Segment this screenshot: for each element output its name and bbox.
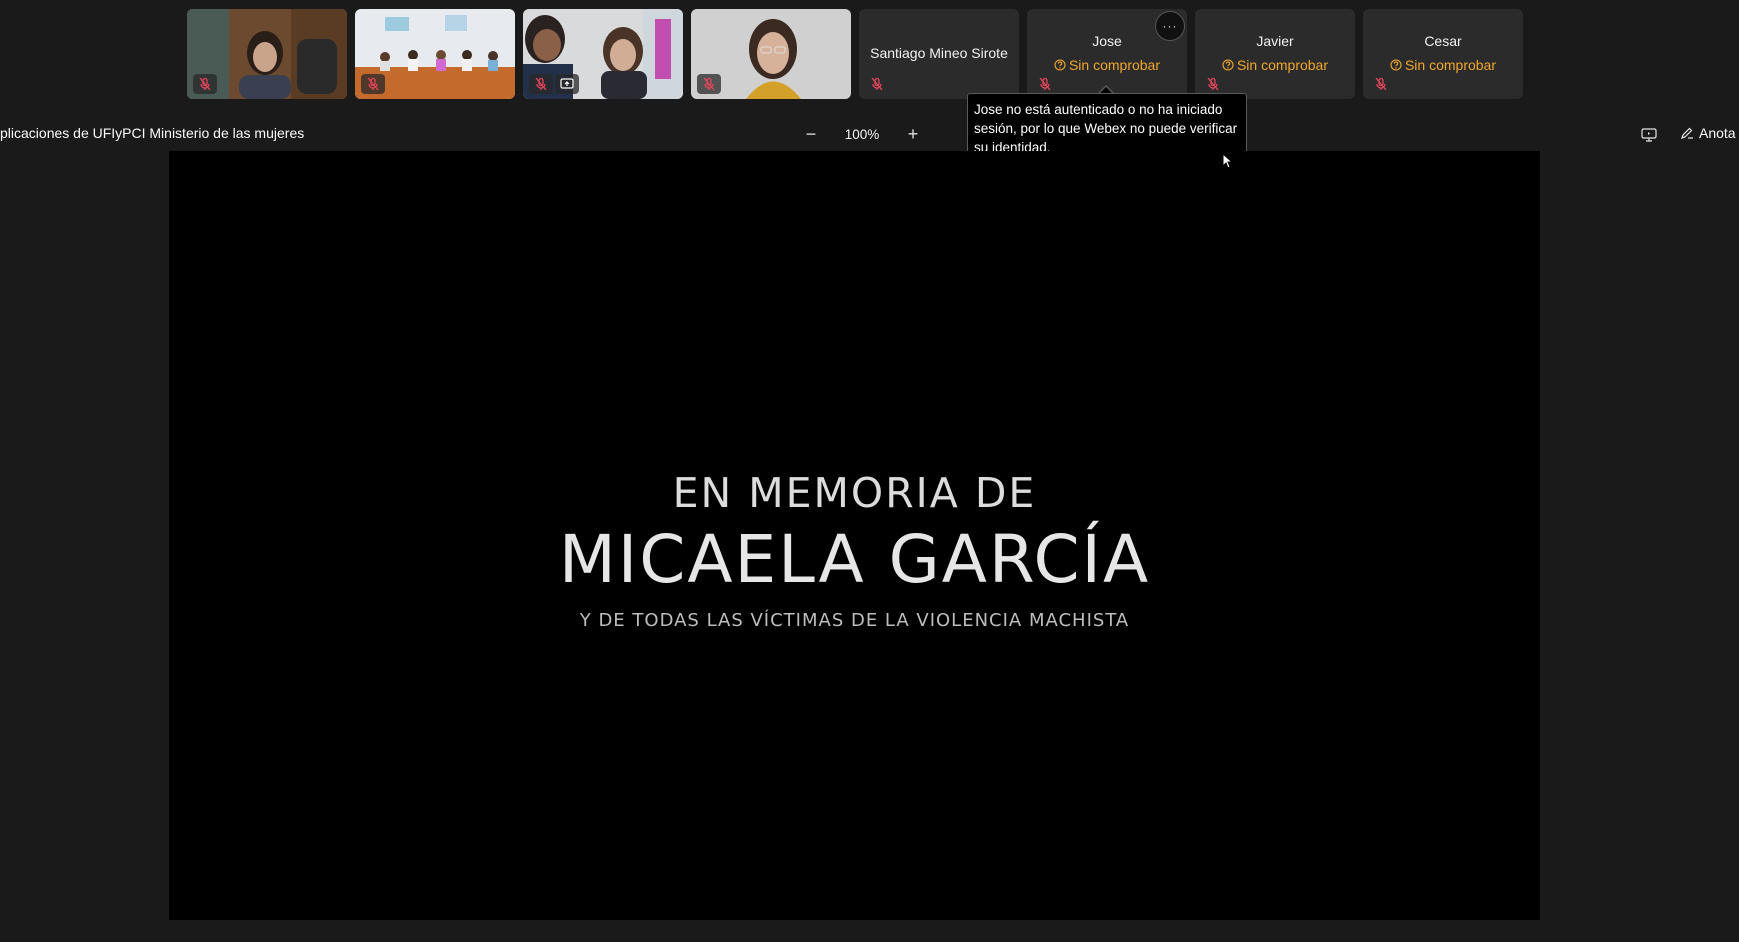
slide-line-3: Y DE TODAS LAS VÍCTIMAS DE LA VIOLENCIA …	[579, 610, 1130, 631]
participant-status[interactable]: Sin comprobar	[1195, 57, 1355, 73]
participant-tile-javier[interactable]: Javier Sin comprobar	[1195, 9, 1355, 99]
question-circle-icon	[1222, 59, 1234, 71]
slide-line-1: EN MEMORIA DE	[672, 469, 1037, 517]
participant-tile-cesar[interactable]: Cesar Sin comprobar	[1363, 9, 1523, 99]
mic-off-icon	[1201, 74, 1225, 94]
mouse-cursor-icon	[1222, 153, 1234, 169]
pen-icon	[1681, 127, 1693, 139]
screen-share-icon	[555, 74, 579, 94]
shared-content-title: plicaciones de UFIyPCI Ministerio de las…	[0, 125, 305, 141]
participant-name: Santiago Mineo Sirote	[870, 45, 1008, 61]
mic-off-icon	[865, 74, 889, 94]
annotate-button[interactable]: Anota	[1680, 125, 1736, 141]
zoom-out-button[interactable]: −	[800, 123, 822, 145]
zoom-controls: − 100% +	[800, 123, 924, 145]
status-label: Sin comprobar	[1068, 57, 1161, 73]
participant-strip: Santiago Mineo Sirote Jose Sin comprobar…	[0, 9, 1739, 99]
participant-tile-video-4[interactable]	[691, 9, 851, 99]
participant-tile-video-2[interactable]	[355, 9, 515, 99]
mic-off-icon	[193, 74, 217, 94]
participant-name: Cesar	[1424, 33, 1462, 49]
display-icon	[1641, 128, 1657, 142]
question-circle-icon	[1390, 59, 1402, 71]
webex-meeting-window: Santiago Mineo Sirote Jose Sin comprobar…	[0, 0, 1739, 942]
more-options-button[interactable]: ···	[1155, 11, 1185, 41]
mic-off-icon	[529, 74, 553, 94]
mic-off-icon	[1369, 74, 1393, 94]
slide-text: EN MEMORIA DE MICAELA GARCÍA Y DE TODAS …	[169, 469, 1540, 631]
display-button[interactable]	[1638, 124, 1660, 146]
question-circle-icon	[1054, 59, 1066, 71]
mic-off-icon	[697, 74, 721, 94]
mic-off-icon	[1033, 74, 1057, 94]
participant-name: Javier	[1256, 33, 1294, 49]
annotate-label: Anota	[1699, 125, 1736, 141]
participant-status[interactable]: Sin comprobar	[1027, 57, 1187, 73]
status-label: Sin comprobar	[1236, 57, 1329, 73]
participant-tile-video-3[interactable]	[523, 9, 683, 99]
zoom-in-button[interactable]: +	[902, 123, 924, 145]
status-label: Sin comprobar	[1404, 57, 1497, 73]
zoom-level: 100%	[844, 126, 880, 142]
slide-line-2: MICAELA GARCÍA	[558, 521, 1151, 598]
participant-tile-video-1[interactable]	[187, 9, 347, 99]
mic-off-icon	[361, 74, 385, 94]
participant-status[interactable]: Sin comprobar	[1363, 57, 1523, 73]
shared-content-stage[interactable]: EN MEMORIA DE MICAELA GARCÍA Y DE TODAS …	[169, 151, 1540, 920]
participant-tile-santiago[interactable]: Santiago Mineo Sirote	[859, 9, 1019, 99]
